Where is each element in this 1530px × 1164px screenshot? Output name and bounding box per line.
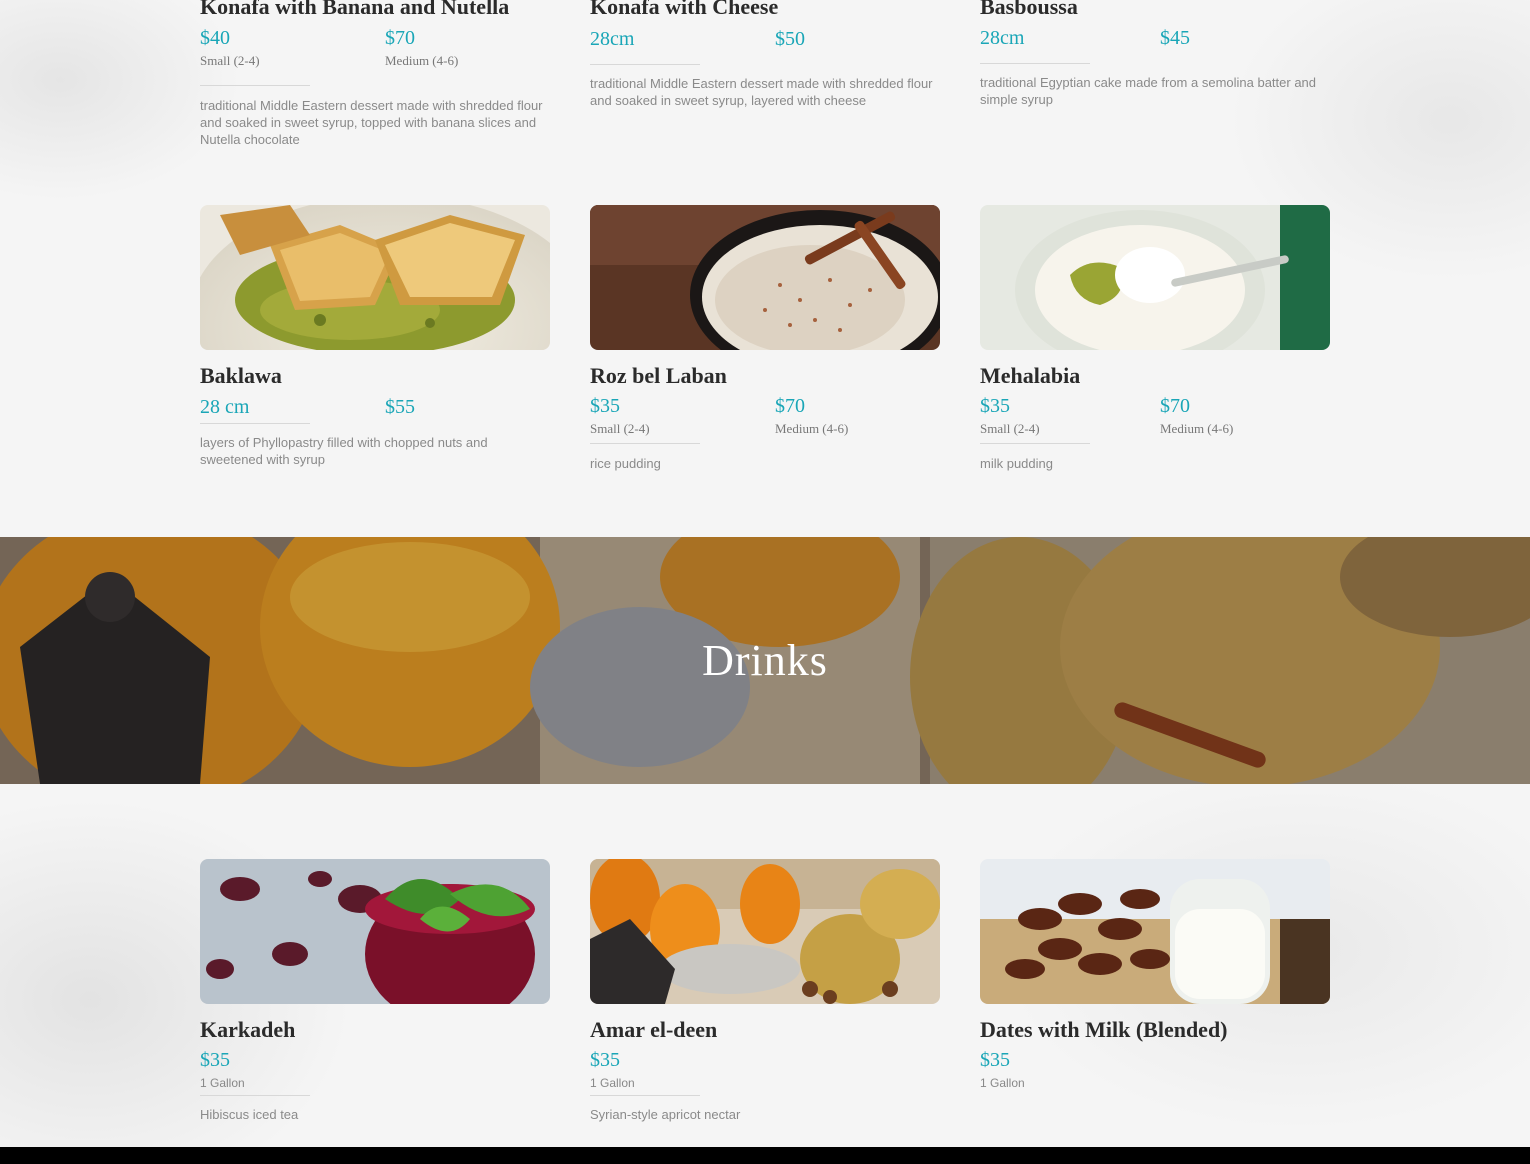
item-size: Medium (4-6) [1160,421,1234,436]
item-price: $45 [1160,27,1190,49]
menu-item-karkadeh: Karkadeh $35 1 Gallon Hibiscus iced tea [200,859,550,1123]
item-title: Konafa with Banana and Nutella [200,0,510,19]
item-description: traditional Egyptian cake made from a se… [980,75,1317,107]
item-description: traditional Middle Eastern dessert made … [200,98,543,147]
item-size-label: 28cm [590,28,635,50]
hibiscus-tea-photo [200,859,550,1004]
item-description: traditional Middle Eastern dessert made … [590,76,933,108]
divider [590,64,700,65]
apricot-nectar-photo [590,859,940,1004]
item-title: Roz bel Laban [590,363,727,388]
dates-milk-photo [980,859,1330,1004]
item-price: $35 [200,1049,230,1071]
item-size: Small (2-4) [980,421,1040,436]
item-title: Baklawa [200,363,282,388]
item-size: 1 Gallon [200,1076,245,1090]
item-price: $40 [200,27,230,49]
item-price: $70 [1160,395,1190,417]
item-price: $35 [980,395,1010,417]
drinks-section-banner: Drinks [0,537,1530,784]
item-price: $55 [385,396,415,418]
item-title: Dates with Milk (Blended) [980,1017,1228,1042]
item-title: Konafa with Cheese [590,0,779,19]
divider [980,63,1090,64]
item-title: Basboussa [980,0,1078,19]
item-title: Amar el-deen [590,1017,718,1042]
item-size: Small (2-4) [200,53,260,68]
item-size: Medium (4-6) [385,53,459,68]
item-size: 1 Gallon [590,1076,635,1090]
item-price: $35 [980,1049,1010,1071]
item-size-label: 28cm [980,27,1025,49]
item-price: $35 [590,395,620,417]
item-price: $35 [590,1049,620,1071]
item-size-label: 28 cm [200,396,250,418]
menu-item-roz-bel-laban: Roz bel Laban $35 Small (2-4) $70 Medium… [590,205,940,472]
menu-item-amar-el-deen: Amar el-deen $35 1 Gallon Syrian-style a… [590,859,940,1123]
menu-item-basboussa: Basboussa 28cm $45 traditional Egyptian … [980,0,1330,108]
menu-item-konafa-cheese: Konafa with Cheese 28cm $50 traditional … [590,0,940,109]
baklava-photo [200,205,550,350]
menu-item-baklawa: Baklawa 28 cm $55 layers of Phyllopastry… [200,205,550,468]
item-size: Medium (4-6) [775,421,849,436]
divider [200,85,310,86]
milk-pudding-photo [980,205,1330,350]
menu-item-konafa-banana-nutella: Konafa with Banana and Nutella $40 Small… [200,0,550,148]
item-description: milk pudding [980,456,1053,471]
item-price: $70 [385,27,415,49]
item-title: Mehalabia [980,363,1081,388]
item-description: Hibiscus iced tea [200,1107,299,1122]
menu-item-dates-milk: Dates with Milk (Blended) $35 1 Gallon [980,859,1330,1098]
menu-item-mehalabia: Mehalabia $35 Small (2-4) $70 Medium (4-… [980,205,1330,472]
item-size: 1 Gallon [980,1076,1025,1090]
rice-pudding-photo [590,205,940,350]
item-description: rice pudding [590,456,661,471]
item-price: $50 [775,28,805,50]
divider [200,423,310,424]
item-size: Small (2-4) [590,421,650,436]
drinks-heading: Drinks [702,636,828,685]
item-price: $70 [775,395,805,417]
item-title: Karkadeh [200,1017,296,1042]
footer-bar [0,1147,1530,1164]
item-description: Syrian-style apricot nectar [590,1107,741,1122]
item-description: layers of Phyllopastry filled with chopp… [200,435,488,467]
